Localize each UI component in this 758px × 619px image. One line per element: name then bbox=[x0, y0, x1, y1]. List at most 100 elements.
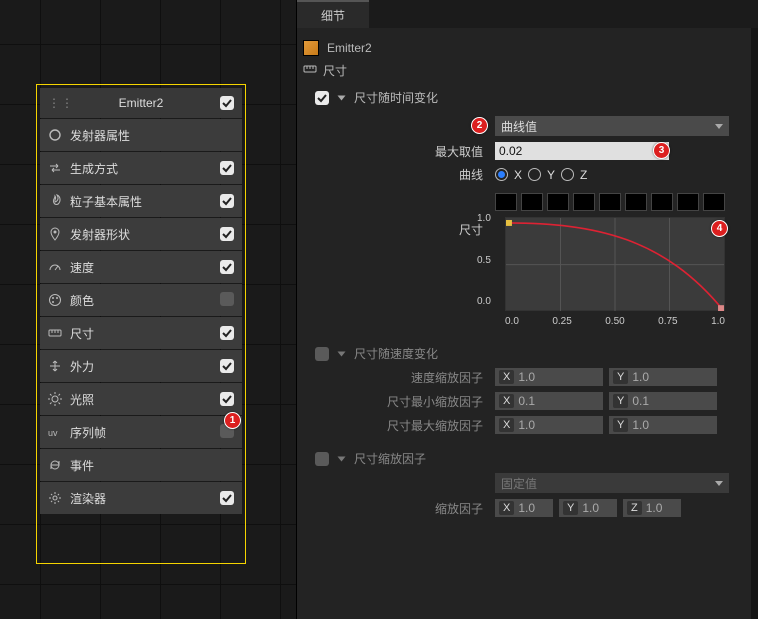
emitter-enable-checkbox[interactable] bbox=[220, 96, 234, 110]
module-label: 生成方式 bbox=[70, 160, 118, 177]
ruler-icon bbox=[303, 62, 317, 79]
sos-row-label: 速度缩放因子 bbox=[315, 369, 495, 386]
sos-y-input[interactable]: Y1.0 bbox=[609, 368, 717, 386]
sos-row-label: 尺寸最大缩放因子 bbox=[315, 417, 495, 434]
uv-icon: uv bbox=[48, 425, 62, 439]
sos-y-input[interactable]: Y1.0 bbox=[609, 416, 717, 434]
curve-preset[interactable] bbox=[677, 193, 699, 211]
expand-icon[interactable] bbox=[338, 456, 346, 461]
module-enable-checkbox[interactable] bbox=[220, 359, 234, 373]
selection-title-text: Emitter2 bbox=[327, 41, 372, 55]
cycle-icon bbox=[48, 458, 62, 472]
swap-icon bbox=[48, 161, 62, 175]
sos-x-input[interactable]: X1.0 bbox=[495, 416, 603, 434]
curve-axis-label: 曲线 bbox=[315, 166, 495, 183]
module-enable-checkbox[interactable] bbox=[220, 161, 234, 175]
module-label: 渲染器 bbox=[70, 490, 106, 507]
curve-y-axis: 1.0 0.5 0.0 bbox=[477, 213, 491, 307]
module-enable-checkbox[interactable] bbox=[220, 491, 234, 505]
curve-preset[interactable] bbox=[651, 193, 673, 211]
emitter-module-row[interactable]: 速度 bbox=[40, 251, 242, 283]
emitter-module-row[interactable]: 发射器属性 bbox=[40, 119, 242, 151]
curve-axis-radios: X Y Z bbox=[495, 168, 587, 182]
sos-x-input[interactable]: X0.1 bbox=[495, 392, 603, 410]
scrollbar-gutter[interactable] bbox=[751, 28, 758, 619]
module-enable-checkbox[interactable] bbox=[220, 194, 234, 208]
curve-editor[interactable]: 4 bbox=[505, 217, 725, 311]
curve-preset[interactable] bbox=[521, 193, 543, 211]
emitter-header[interactable]: ⋮⋮ Emitter2 bbox=[40, 88, 242, 118]
graph-canvas[interactable]: ⋮⋮ Emitter2 发射器属性生成方式粒子基本属性发射器形状速度颜色尺寸外力… bbox=[0, 0, 296, 619]
curve-x-axis: 0.0 0.25 0.50 0.75 1.0 bbox=[505, 316, 725, 327]
curve-chart-label: 尺寸 bbox=[315, 217, 495, 238]
size-scale-checkbox[interactable] bbox=[315, 452, 329, 466]
emitter-module-row[interactable]: 粒子基本属性 bbox=[40, 185, 242, 217]
chevron-down-icon bbox=[715, 124, 723, 129]
emitter-module-row[interactable]: 生成方式 bbox=[40, 152, 242, 184]
size-scale-header: 尺寸缩放因子 bbox=[354, 450, 426, 467]
circle-icon bbox=[48, 128, 62, 142]
scale-z-input[interactable]: Z1.0 bbox=[623, 499, 681, 517]
flame-icon bbox=[48, 194, 62, 208]
gauge-icon bbox=[48, 260, 62, 274]
emitter-module-row[interactable]: 外力 bbox=[40, 350, 242, 382]
details-panel: 细节 Emitter2 尺寸 尺寸随时间变化 bbox=[296, 0, 758, 619]
emitter-swatch-icon bbox=[303, 40, 319, 56]
expand-icon[interactable] bbox=[338, 95, 346, 100]
module-enable-checkbox[interactable] bbox=[220, 260, 234, 274]
module-label: 粒子基本属性 bbox=[70, 193, 142, 210]
emitter-module-row[interactable]: 渲染器 bbox=[40, 482, 242, 514]
emitter-node[interactable]: ⋮⋮ Emitter2 发射器属性生成方式粒子基本属性发射器形状速度颜色尺寸外力… bbox=[40, 88, 242, 514]
callout-marker-4: 4 bbox=[711, 220, 728, 237]
scale-x-input[interactable]: X1.0 bbox=[495, 499, 553, 517]
max-value-input[interactable]: 0.02 bbox=[495, 142, 669, 160]
curve-preset-row bbox=[495, 193, 725, 211]
curve-mode-dropdown[interactable]: 曲线值 bbox=[495, 116, 729, 136]
scale-mode-dropdown[interactable]: 固定值 bbox=[495, 473, 729, 493]
module-enable-checkbox[interactable] bbox=[220, 227, 234, 241]
curve-preset[interactable] bbox=[625, 193, 647, 211]
emitter-module-row[interactable]: 颜色 bbox=[40, 284, 242, 316]
emitter-module-row[interactable]: 发射器形状 bbox=[40, 218, 242, 250]
size-over-time-checkbox[interactable] bbox=[315, 91, 329, 105]
module-label: 速度 bbox=[70, 259, 94, 276]
callout-marker-3: 3 bbox=[653, 142, 670, 159]
size-over-speed-header: 尺寸随速度变化 bbox=[354, 345, 438, 362]
emitter-module-row[interactable]: uv 序列帧 bbox=[40, 416, 242, 448]
tab-details[interactable]: 细节 bbox=[297, 0, 369, 28]
scale-y-input[interactable]: Y1.0 bbox=[559, 499, 617, 517]
module-enable-checkbox[interactable] bbox=[220, 292, 234, 306]
module-label: 发射器属性 bbox=[70, 127, 130, 144]
selection-title: Emitter2 bbox=[303, 40, 748, 56]
curve-preset[interactable] bbox=[599, 193, 621, 211]
module-enable-checkbox[interactable] bbox=[220, 392, 234, 406]
palette-icon bbox=[48, 293, 62, 307]
scale-factor-label: 缩放因子 bbox=[315, 500, 495, 517]
radio-x[interactable] bbox=[495, 168, 508, 181]
emitter-module-row[interactable]: 事件 bbox=[40, 449, 242, 481]
radio-y[interactable] bbox=[528, 168, 541, 181]
sos-x-input[interactable]: X1.0 bbox=[495, 368, 603, 386]
curve-preset[interactable] bbox=[703, 193, 725, 211]
module-enable-checkbox[interactable] bbox=[220, 326, 234, 340]
curve-preset[interactable] bbox=[495, 193, 517, 211]
emitter-module-row[interactable]: 尺寸 bbox=[40, 317, 242, 349]
sos-row-label: 尺寸最小缩放因子 bbox=[315, 393, 495, 410]
radio-z[interactable] bbox=[561, 168, 574, 181]
emitter-module-row[interactable]: 光照 bbox=[40, 383, 242, 415]
arrows-icon bbox=[48, 359, 62, 373]
ruler-icon bbox=[48, 326, 62, 340]
size-over-speed-checkbox[interactable] bbox=[315, 347, 329, 361]
curve-preset[interactable] bbox=[547, 193, 569, 211]
max-value-label: 最大取值 bbox=[315, 143, 495, 160]
section-size-scale: 尺寸缩放因子 固定值 缩放因子 X1.0 Y1.0 bbox=[315, 450, 748, 517]
sos-y-input[interactable]: Y0.1 bbox=[609, 392, 717, 410]
svg-text:uv: uv bbox=[48, 428, 58, 438]
module-label: 光照 bbox=[70, 391, 94, 408]
module-label: 发射器形状 bbox=[70, 226, 130, 243]
expand-icon[interactable] bbox=[338, 351, 346, 356]
module-label: 序列帧 bbox=[70, 424, 106, 441]
module-label: 尺寸 bbox=[70, 325, 94, 342]
section-size-over-speed: 尺寸随速度变化 速度缩放因子X1.0Y1.0尺寸最小缩放因子X0.1Y0.1尺寸… bbox=[315, 345, 748, 434]
curve-preset[interactable] bbox=[573, 193, 595, 211]
